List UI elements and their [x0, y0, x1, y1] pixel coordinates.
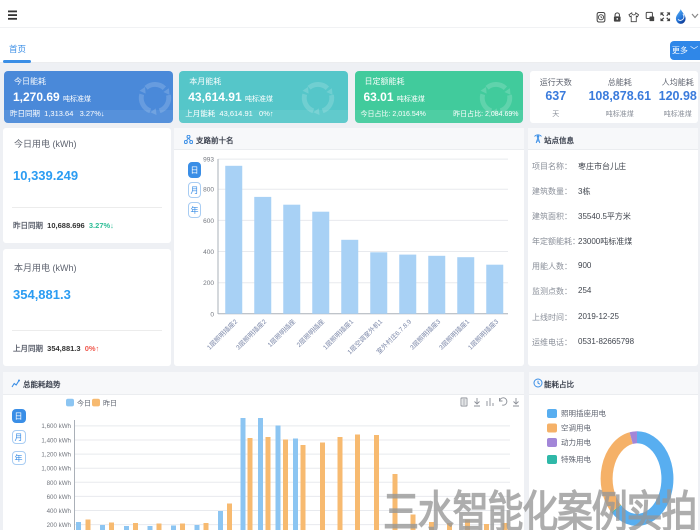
svg-text:200 kWh: 200 kWh — [47, 522, 72, 529]
svg-text:600 kWh: 600 kWh — [47, 494, 72, 501]
svg-text:1,600 kWh: 1,600 kWh — [41, 423, 71, 430]
svg-text:1,000 kWh: 1,000 kWh — [41, 466, 71, 473]
svg-text:照明插座用电: 照明插座用电 — [561, 408, 606, 418]
svg-text:800: 800 — [203, 187, 214, 194]
svg-text:800 kWh: 800 kWh — [47, 480, 72, 487]
svg-text:动力用电: 动力用电 — [561, 437, 591, 447]
svg-text:1层照明插座: 1层照明插座 — [265, 317, 297, 349]
svg-text:200: 200 — [203, 280, 214, 287]
svg-text:2层照明插座: 2层照明插座 — [294, 317, 326, 349]
svg-text:今日: 今日 — [77, 399, 91, 408]
svg-text:1层照明插座3: 1层照明插座3 — [466, 317, 501, 352]
svg-text:1,200 kWh: 1,200 kWh — [41, 452, 71, 459]
svg-text:400 kWh: 400 kWh — [47, 508, 72, 515]
svg-text:空调用电: 空调用电 — [561, 423, 591, 433]
svg-text:400: 400 — [203, 249, 214, 256]
svg-text:1,400 kWh: 1,400 kWh — [41, 438, 71, 445]
svg-text:993: 993 — [203, 157, 214, 164]
svg-text:昨日: 昨日 — [103, 399, 117, 408]
svg-text:3层照明插座2: 3层照明插座2 — [234, 317, 269, 352]
svg-text:0: 0 — [210, 311, 214, 318]
svg-text:600: 600 — [203, 218, 214, 225]
svg-text:特殊用电: 特殊用电 — [561, 454, 591, 464]
